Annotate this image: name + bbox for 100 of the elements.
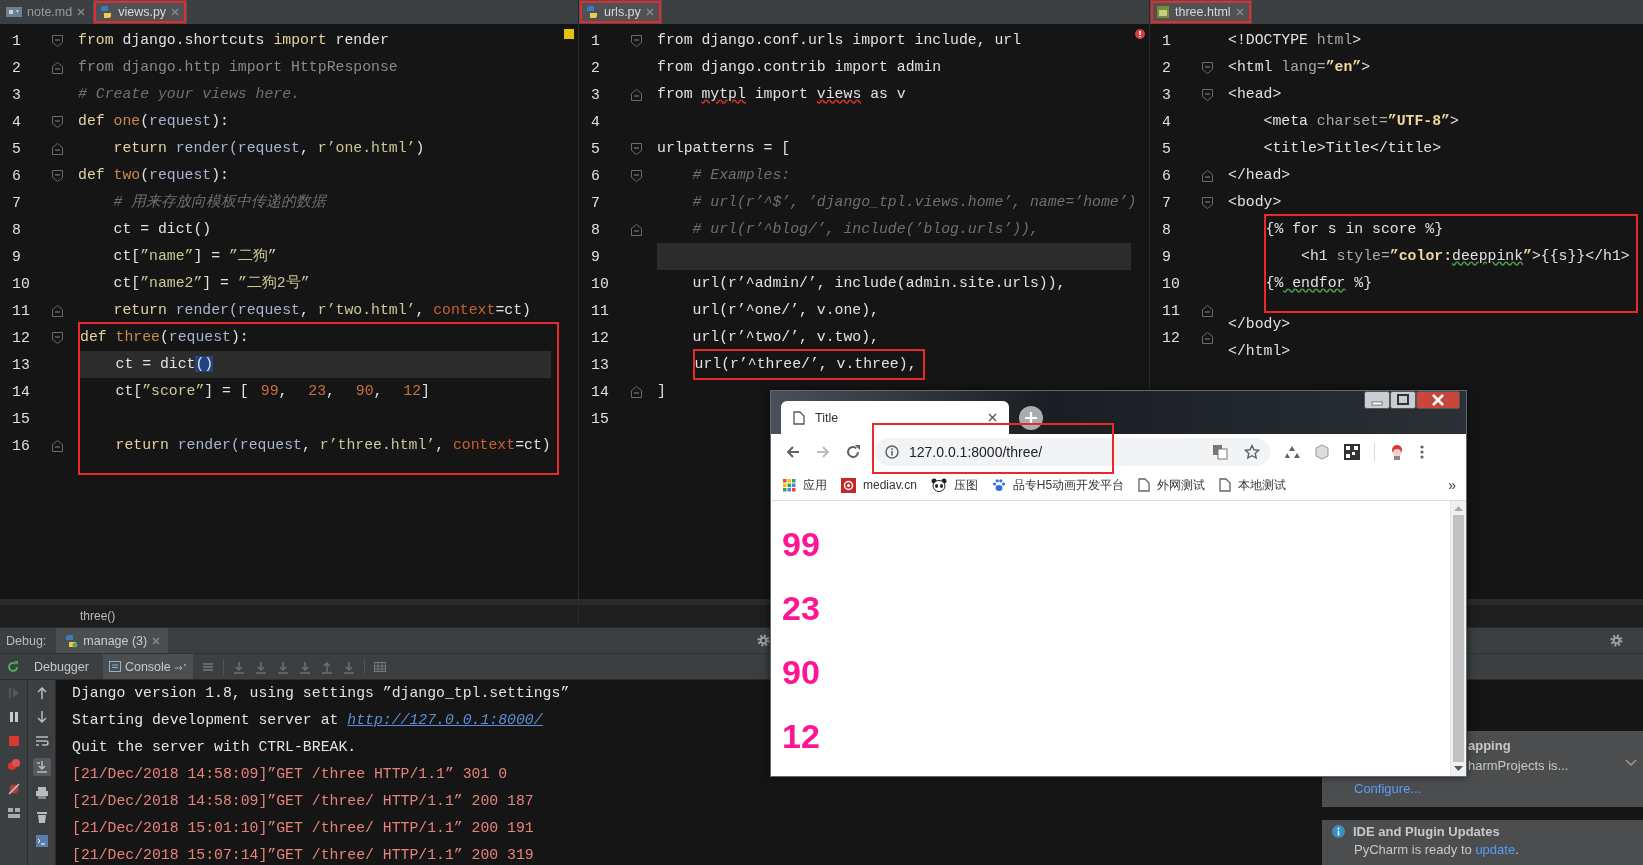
- reload-icon[interactable]: [845, 444, 861, 460]
- close-icon[interactable]: [988, 413, 997, 422]
- fold-icon[interactable]: [631, 34, 642, 47]
- cube-icon[interactable]: [1314, 444, 1330, 460]
- code-line: ct[”name”] = ”二狗”: [112, 247, 278, 266]
- fold-icon[interactable]: [631, 169, 642, 182]
- server-link[interactable]: http://127.0.0.1:8000/: [347, 712, 543, 728]
- translate-icon[interactable]: [1212, 444, 1228, 460]
- settings-icon[interactable]: [1610, 634, 1623, 647]
- console-icon: [108, 661, 121, 672]
- console-icon[interactable]: [34, 834, 49, 848]
- pin-icon[interactable]: [174, 662, 187, 671]
- fold-icon[interactable]: [52, 169, 63, 182]
- file-tab[interactable]: note.md: [0, 0, 94, 24]
- page-heading: 12: [782, 717, 821, 756]
- step-icon[interactable]: [319, 659, 334, 674]
- code-line: ct = dict(): [112, 220, 213, 239]
- menu-icon[interactable]: [1419, 444, 1425, 460]
- step-icon[interactable]: [341, 659, 356, 674]
- bookmark[interactable]: 外网测试: [1138, 476, 1206, 494]
- line-number: 6: [11, 167, 22, 184]
- stop-icon[interactable]: [6, 734, 21, 748]
- star-icon[interactable]: [1244, 444, 1260, 460]
- file-tab[interactable]: views.py: [93, 0, 188, 24]
- line-number: 5: [1161, 140, 1172, 157]
- bookmark[interactable]: 压图: [930, 476, 978, 494]
- fold-icon[interactable]: [1202, 331, 1213, 344]
- close-button[interactable]: [1416, 391, 1460, 409]
- page-icon: [1138, 478, 1151, 492]
- fold-icon[interactable]: [631, 88, 642, 101]
- more-bookmarks-button[interactable]: »: [1448, 477, 1456, 493]
- code-line: <meta charset=”UTF-8”>: [1262, 112, 1460, 131]
- step-icon[interactable]: [275, 659, 290, 674]
- forward-icon[interactable]: [815, 444, 831, 460]
- error-icon[interactable]: [1135, 29, 1145, 39]
- console-line: [21/Dec/2018 14:58:09]”GET /three/ HTTP/1.1” 200 187: [72, 792, 534, 811]
- fold-icon[interactable]: [1202, 88, 1213, 101]
- qr-code-icon[interactable]: [1344, 444, 1360, 460]
- console-line: Django version 1.8, using settings ”django_tpl.settings”: [72, 684, 570, 703]
- bookmark[interactable]: 本地测试: [1219, 476, 1287, 494]
- console-line: Quit the server with CTRL-BREAK.: [72, 738, 357, 757]
- breakpoints-icon[interactable]: [6, 758, 21, 772]
- fold-icon[interactable]: [52, 142, 63, 155]
- fold-icon[interactable]: [1202, 61, 1213, 74]
- fold-icon[interactable]: [631, 385, 642, 398]
- step-icon[interactable]: [231, 659, 246, 674]
- file-tab[interactable]: three.html: [1150, 0, 1252, 24]
- browser-tab[interactable]: Title: [781, 401, 1009, 434]
- info-icon[interactable]: [885, 445, 899, 459]
- step-icon[interactable]: [297, 659, 312, 674]
- fold-icon[interactable]: [52, 439, 63, 452]
- bookmark[interactable]: 应用: [783, 476, 827, 494]
- bookmark[interactable]: 品专H5动画开发平台: [991, 476, 1125, 494]
- panel-tab[interactable]: Console: [102, 654, 193, 679]
- address-field[interactable]: 127.0.0.1:8000/three/: [875, 438, 1270, 466]
- maximize-button[interactable]: [1390, 391, 1416, 409]
- session-tab[interactable]: manage (3): [56, 628, 169, 653]
- rerun-icon[interactable]: [6, 659, 20, 674]
- table-icon[interactable]: [372, 659, 387, 674]
- new-tab-icon[interactable]: [1019, 406, 1043, 430]
- line-number: 3: [11, 86, 22, 103]
- fold-icon[interactable]: [631, 223, 642, 236]
- mute-breakpoints-icon[interactable]: [6, 782, 21, 796]
- fold-icon[interactable]: [631, 142, 642, 155]
- close-icon[interactable]: [77, 8, 86, 16]
- code-line: <head>: [1228, 85, 1283, 104]
- settings-icon[interactable]: [757, 634, 770, 647]
- fold-icon[interactable]: [1202, 169, 1213, 182]
- step-icon[interactable]: [253, 659, 268, 674]
- fold-icon[interactable]: [52, 115, 63, 128]
- down-arrow-icon[interactable]: [34, 710, 49, 724]
- panel-tab[interactable]: Debugger: [28, 654, 95, 679]
- scroll-down-icon[interactable]: [1454, 766, 1463, 772]
- code-line: </head>: [1228, 166, 1292, 185]
- line-number: 15: [11, 410, 31, 427]
- breadcrumb[interactable]: three(): [80, 609, 116, 623]
- scroll-up-icon[interactable]: [1454, 505, 1463, 511]
- code-line: <body>: [1228, 193, 1283, 212]
- soft-wrap-icon[interactable]: [34, 734, 49, 748]
- trash-icon[interactable]: [34, 810, 49, 824]
- chevron-down-icon[interactable]: [1625, 759, 1637, 767]
- minimize-button[interactable]: [1364, 391, 1390, 409]
- fold-icon[interactable]: [1202, 196, 1213, 209]
- print-icon[interactable]: [34, 786, 49, 800]
- code-line: ]: [657, 382, 667, 401]
- back-icon[interactable]: [785, 444, 801, 460]
- fold-icon[interactable]: [1202, 304, 1213, 317]
- code-line: {% for s in score %}: [1265, 220, 1445, 239]
- line-number: 14: [11, 383, 31, 400]
- bookmark[interactable]: mediav.cn: [841, 477, 917, 493]
- fold-icon[interactable]: [52, 331, 63, 344]
- file-tab[interactable]: urls.py: [579, 0, 662, 24]
- recycle-icon[interactable]: [1284, 444, 1300, 460]
- fold-icon[interactable]: [52, 34, 63, 47]
- extension-icon[interactable]: [1389, 444, 1405, 460]
- fold-icon[interactable]: [52, 61, 63, 74]
- layout-icon[interactable]: [6, 806, 21, 820]
- scroll-to-end-icon[interactable]: [32, 758, 51, 776]
- fold-icon[interactable]: [52, 304, 63, 317]
- scrollbar[interactable]: [1450, 501, 1466, 776]
